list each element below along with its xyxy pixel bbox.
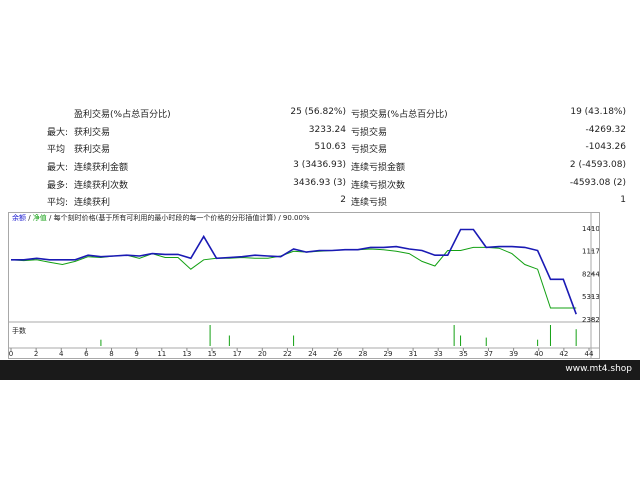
- y-tick-label: 8244: [582, 270, 599, 278]
- y-tick-label: 11175: [582, 248, 599, 256]
- report-value-right: 1: [620, 195, 626, 205]
- x-tick-label: 17: [233, 350, 242, 358]
- report-label-right: 亏损交易(%占总百分比): [351, 110, 448, 120]
- legend-separator: /: [26, 214, 33, 222]
- report-value-right: 2 (-4593.08): [569, 160, 626, 170]
- report-prefix: 平均:: [47, 198, 69, 208]
- chart-legend: 余额 / 净值 / 每个刻时价格(基于所有可利用的最小时段的每一个价格的分形插值…: [12, 213, 310, 223]
- legend-separator: /: [276, 214, 283, 222]
- report-value-right: 19 (43.18%): [570, 107, 626, 117]
- x-tick-label: 4: [59, 350, 64, 358]
- x-tick-label: 37: [484, 350, 493, 358]
- report-value-left: 3233.24: [308, 125, 346, 135]
- y-tick-label: 5313: [582, 293, 599, 301]
- report-label-right: 亏损交易: [351, 128, 388, 138]
- chart-svg: 1410711175824453132382 02468911131517202…: [9, 213, 604, 358]
- y-tick-label: 14107: [582, 225, 599, 233]
- footer-bar: www.mt4.shop: [0, 360, 640, 380]
- top-blank-area: [0, 0, 640, 102]
- x-tick-label: 24: [308, 350, 317, 358]
- x-tick-label: 22: [283, 350, 292, 358]
- x-tick-label: 39: [509, 350, 518, 358]
- report-label-right: 亏损交易: [351, 145, 388, 155]
- report-label-left: 获利交易: [74, 145, 111, 155]
- x-tick-label: 9: [134, 350, 138, 358]
- report-label-right: 连续亏损次数: [351, 181, 406, 191]
- x-tick-label: 6: [84, 350, 89, 358]
- footer-site-link[interactable]: www.mt4.shop: [565, 364, 632, 374]
- x-tick-label: 13: [182, 350, 191, 358]
- x-tick-label: 0: [9, 350, 13, 358]
- report-prefix: 最大:: [47, 163, 69, 173]
- report-label-left: 盈利交易(%占总百分比): [74, 110, 171, 120]
- volume-label: 手数: [12, 326, 26, 335]
- report-label-right: 连续亏损: [351, 198, 388, 208]
- report-label-left: 获利交易: [74, 128, 111, 138]
- legend-equity: 净值: [32, 214, 47, 222]
- report-prefix: 最大:: [47, 128, 69, 138]
- report-value-right: -4269.32: [585, 125, 626, 135]
- report-value-left: 3 (3436.93): [293, 160, 346, 170]
- legend-separator: /: [46, 214, 54, 222]
- report-value-right: -1043.26: [585, 142, 626, 152]
- report-summary-table: 盈利交易(%占总百分比) 25 (56.82%) 亏损交易(%占总百分比) 19…: [0, 102, 640, 212]
- x-tick-label: 20: [258, 350, 267, 358]
- report-value-left: 25 (56.82%): [290, 107, 346, 117]
- x-tick-label: 2: [34, 350, 38, 358]
- x-tick-label: 29: [383, 350, 392, 358]
- legend-description: 每个刻时价格(基于所有可利用的最小时段的每一个价格的分形插值计算): [53, 214, 277, 222]
- x-tick-label: 28: [358, 350, 367, 358]
- balance-equity-chart: 1410711175824453132382 02468911131517202…: [8, 212, 604, 359]
- x-tick-label: 26: [333, 350, 342, 358]
- report-value-left: 510.63: [314, 142, 347, 152]
- x-tick-label: 35: [459, 350, 468, 358]
- legend-balance: 余额: [12, 214, 26, 222]
- report-label-left: 连续获利次数: [74, 181, 129, 191]
- legend-quality: 90.00%: [282, 214, 310, 222]
- x-tick-label: 40: [534, 350, 543, 358]
- report-label-left: 连续获利: [74, 198, 111, 208]
- report-value-right: -4593.08 (2): [569, 178, 626, 188]
- x-tick-label: 11: [157, 350, 166, 358]
- x-tick-label: 31: [409, 350, 418, 358]
- bottom-blank-area: [0, 380, 640, 480]
- x-tick-label: 42: [559, 350, 568, 358]
- report-label-left: 连续获利金额: [74, 163, 129, 173]
- x-tick-label: 44: [585, 350, 594, 358]
- balance-series-line: [11, 228, 577, 315]
- report-prefix: 最多:: [47, 181, 69, 191]
- x-tick-label: 15: [208, 350, 217, 358]
- report-value-left: 3436.93 (3): [293, 178, 346, 188]
- x-tick-label: 33: [434, 350, 443, 358]
- report-value-left: 2: [340, 195, 346, 205]
- y-tick-label: 2382: [582, 316, 599, 324]
- report-label-right: 连续亏损金额: [351, 163, 406, 173]
- x-tick-label: 8: [109, 350, 113, 358]
- report-prefix: 平均: [47, 145, 66, 155]
